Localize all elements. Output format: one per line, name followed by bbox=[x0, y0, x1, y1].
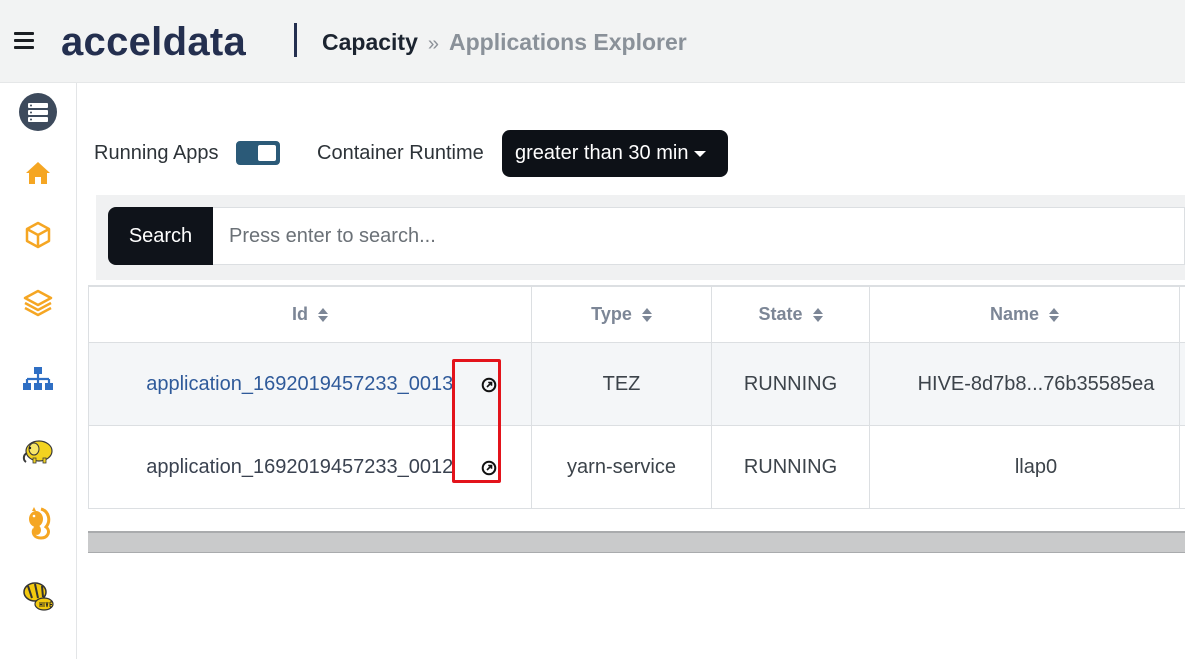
filters-row: Running Apps Container Runtime greater t… bbox=[94, 130, 794, 177]
caret-down-icon bbox=[694, 150, 707, 157]
search-input[interactable] bbox=[213, 207, 1185, 265]
menu-hamburger-icon[interactable] bbox=[14, 32, 34, 49]
hadoop-squirrel-icon[interactable] bbox=[18, 503, 58, 543]
table-row: application_1692019457233_0013 TEZ RUNNI… bbox=[88, 342, 1185, 426]
application-id-link[interactable]: application_1692019457233_0012 bbox=[146, 456, 453, 478]
cell-type: TEZ bbox=[531, 342, 712, 426]
sort-icon bbox=[318, 307, 328, 323]
application-id-link[interactable]: application_1692019457233_0013 bbox=[146, 373, 453, 395]
breadcrumb-separator: » bbox=[427, 33, 439, 55]
running-apps-toggle[interactable] bbox=[236, 141, 280, 165]
open-link-icon[interactable] bbox=[481, 459, 497, 476]
breadcrumb-capacity[interactable]: Capacity bbox=[322, 29, 418, 55]
container-runtime-label: Container Runtime bbox=[317, 142, 484, 164]
hadoop-elephant-icon[interactable] bbox=[18, 431, 58, 471]
sort-icon bbox=[1049, 307, 1060, 323]
acceldata-logo: acceldata bbox=[61, 20, 247, 64]
table-row: application_1692019457233_0012 yarn-serv… bbox=[88, 425, 1185, 509]
search-bar: Search bbox=[96, 195, 1185, 280]
column-header-id[interactable]: Id bbox=[88, 285, 532, 343]
cell-name: llap0 bbox=[869, 425, 1180, 509]
sort-icon bbox=[641, 307, 652, 323]
sort-icon bbox=[812, 307, 823, 323]
cell-state: RUNNING bbox=[711, 342, 870, 426]
container-runtime-value: greater than 30 min bbox=[515, 142, 689, 164]
breadcrumb-applications-explorer: Applications Explorer bbox=[449, 29, 687, 55]
cell-name: HIVE-8d7b8...76b35585ea bbox=[869, 342, 1180, 426]
cell-state: RUNNING bbox=[711, 425, 870, 509]
toggle-knob bbox=[258, 145, 276, 161]
horizontal-scrollbar[interactable] bbox=[88, 531, 1185, 553]
column-header-type[interactable]: Type bbox=[531, 285, 712, 343]
cell-type: yarn-service bbox=[531, 425, 712, 509]
server-stack-icon[interactable] bbox=[18, 92, 58, 132]
top-bar: acceldata Capacity » Applications Explorer bbox=[0, 0, 1185, 83]
sitemap-icon[interactable] bbox=[18, 359, 58, 399]
cell-id: application_1692019457233_0012 bbox=[88, 425, 532, 509]
breadcrumb: Capacity » Applications Explorer bbox=[322, 27, 687, 59]
open-link-icon[interactable] bbox=[481, 376, 497, 393]
search-button[interactable]: Search bbox=[108, 207, 213, 265]
home-icon[interactable] bbox=[18, 153, 58, 193]
header-divider bbox=[294, 23, 297, 57]
cell-overflow bbox=[1179, 342, 1185, 426]
layers-icon[interactable] bbox=[18, 283, 58, 323]
cube-icon[interactable] bbox=[18, 215, 58, 255]
cell-overflow bbox=[1179, 425, 1185, 509]
running-apps-label: Running Apps bbox=[94, 142, 219, 164]
hive-bee-icon[interactable] bbox=[18, 577, 58, 617]
container-runtime-dropdown[interactable]: greater than 30 min bbox=[502, 130, 728, 177]
column-header-name[interactable]: Name bbox=[869, 285, 1180, 343]
sidebar bbox=[0, 83, 77, 659]
cell-id: application_1692019457233_0013 bbox=[88, 342, 532, 426]
table-header-row: Id Type State Name bbox=[88, 285, 1185, 343]
column-header-state[interactable]: State bbox=[711, 285, 870, 343]
applications-table: Id Type State Name application_169201945… bbox=[88, 285, 1185, 509]
column-header-overflow bbox=[1179, 285, 1185, 343]
